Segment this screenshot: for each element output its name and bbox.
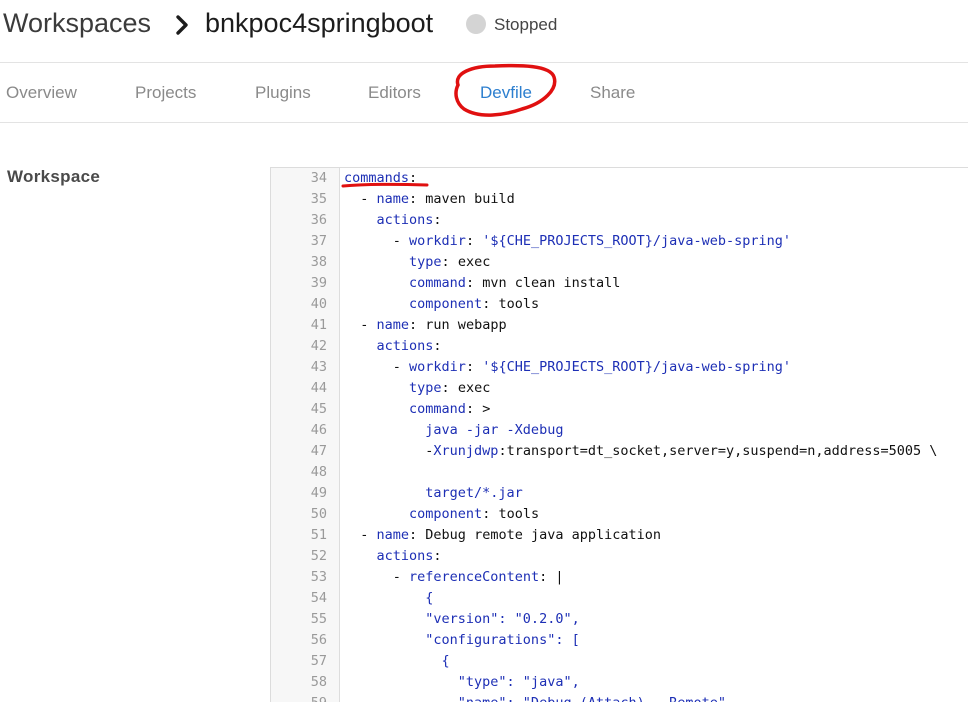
line-code: -Xrunjdwp:transport=dt_socket,server=y,s… [344, 443, 938, 459]
line-code: java -jar -Xdebug [344, 422, 564, 438]
workspace-section-label: Workspace [7, 167, 101, 186]
status-indicator-icon [466, 14, 486, 34]
code-line: 58 "type": "java", [271, 672, 968, 693]
line-code: command: mvn clean install [409, 275, 621, 291]
line-number: 51 [310, 527, 327, 543]
code-line: 34 commands: [271, 168, 968, 189]
line-code: commands: [344, 170, 418, 186]
line-code: component: tools [409, 506, 540, 522]
chevron-right-icon [176, 15, 188, 35]
line-code: "version": "0.2.0", [344, 611, 580, 627]
line-code: - referenceContent: | [344, 569, 564, 585]
line-number: 49 [310, 485, 327, 501]
line-number: 36 [310, 212, 327, 228]
line-code: actions: [376, 548, 442, 564]
code-line: 36 actions: [271, 210, 968, 231]
line-code: { [344, 590, 434, 606]
line-code: { [344, 653, 450, 669]
line-number: 48 [310, 464, 327, 480]
status-label: Stopped [494, 15, 558, 34]
line-number: 34 [310, 170, 327, 186]
page-header: Workspaces bnkpoc4springboot Stopped [0, 0, 968, 63]
line-code: - name: run webapp [344, 317, 507, 333]
tab-devfile[interactable]: Devfile [480, 83, 532, 103]
breadcrumb-workspaces-link[interactable]: Workspaces [3, 8, 151, 39]
line-number: 45 [310, 401, 327, 417]
code-line: 52 actions: [271, 546, 968, 567]
line-code: command: > [409, 401, 491, 417]
tab-overview[interactable]: Overview [6, 83, 77, 103]
line-number: 44 [310, 380, 327, 396]
code-line: 42 actions: [271, 336, 968, 357]
line-number: 47 [310, 443, 327, 459]
code-line: 37 - workdir: '${CHE_PROJECTS_ROOT}/java… [271, 231, 968, 252]
code-line: 46 java -jar -Xdebug [271, 420, 968, 441]
line-number: 46 [310, 422, 327, 438]
tab-editors[interactable]: Editors [368, 83, 421, 103]
line-number: 57 [310, 653, 327, 669]
line-number: 40 [310, 296, 327, 312]
code-line: 43 - workdir: '${CHE_PROJECTS_ROOT}/java… [271, 357, 968, 378]
line-code: - name: maven build [344, 191, 515, 207]
code-line: 38 type: exec [271, 252, 968, 273]
line-number: 53 [310, 569, 327, 585]
devfile-code-editor[interactable]: 34 commands: 35 - name: maven build 36 acti… [270, 167, 968, 702]
line-code: target/*.jar [344, 485, 523, 501]
line-number: 50 [310, 506, 327, 522]
line-number: 42 [310, 338, 327, 354]
line-number: 35 [310, 191, 327, 207]
code-line: 51 - name: Debug remote java application [271, 525, 968, 546]
line-code: "configurations": [ [344, 632, 580, 648]
code-line: 57 { [271, 651, 968, 672]
line-number: 38 [310, 254, 327, 270]
tab-bar: Overview Projects Plugins Editors Devfil… [0, 63, 968, 123]
line-number: 56 [310, 632, 327, 648]
code-line: 41 - name: run webapp [271, 315, 968, 336]
line-number: 58 [310, 674, 327, 690]
line-number: 55 [310, 611, 327, 627]
code-line: 40 component: tools [271, 294, 968, 315]
line-number: 41 [310, 317, 327, 333]
code-line: 53 - referenceContent: | [271, 567, 968, 588]
code-line: 45 command: > [271, 399, 968, 420]
tab-projects[interactable]: Projects [135, 83, 196, 103]
code-line: 55 "version": "0.2.0", [271, 609, 968, 630]
code-line: 48 [271, 462, 968, 483]
line-code: type: exec [409, 254, 491, 270]
code-line: 54 { [271, 588, 968, 609]
line-number: 39 [310, 275, 327, 291]
line-code: type: exec [409, 380, 491, 396]
code-line: 47 -Xrunjdwp:transport=dt_socket,server=… [271, 441, 968, 462]
line-code: - workdir: '${CHE_PROJECTS_ROOT}/java-we… [344, 359, 792, 375]
code-line: 39 command: mvn clean install [271, 273, 968, 294]
code-line: 50 component: tools [271, 504, 968, 525]
line-code: - workdir: '${CHE_PROJECTS_ROOT}/java-we… [344, 233, 792, 249]
line-code: actions: [376, 212, 442, 228]
code-line: 56 "configurations": [ [271, 630, 968, 651]
code-line: 49 target/*.jar [271, 483, 968, 504]
line-number: 37 [310, 233, 327, 249]
line-code: - name: Debug remote java application [344, 527, 662, 543]
tab-plugins[interactable]: Plugins [255, 83, 311, 103]
line-code: component: tools [409, 296, 540, 312]
code-line: 35 - name: maven build [271, 189, 968, 210]
line-number: 54 [310, 590, 327, 606]
code-line: 44 type: exec [271, 378, 968, 399]
line-code: "type": "java", [344, 674, 580, 690]
line-number: 43 [310, 359, 327, 375]
workspace-name: bnkpoc4springboot [205, 8, 434, 38]
line-code: actions: [376, 338, 442, 354]
line-number: 52 [310, 548, 327, 564]
tab-share[interactable]: Share [590, 83, 635, 103]
